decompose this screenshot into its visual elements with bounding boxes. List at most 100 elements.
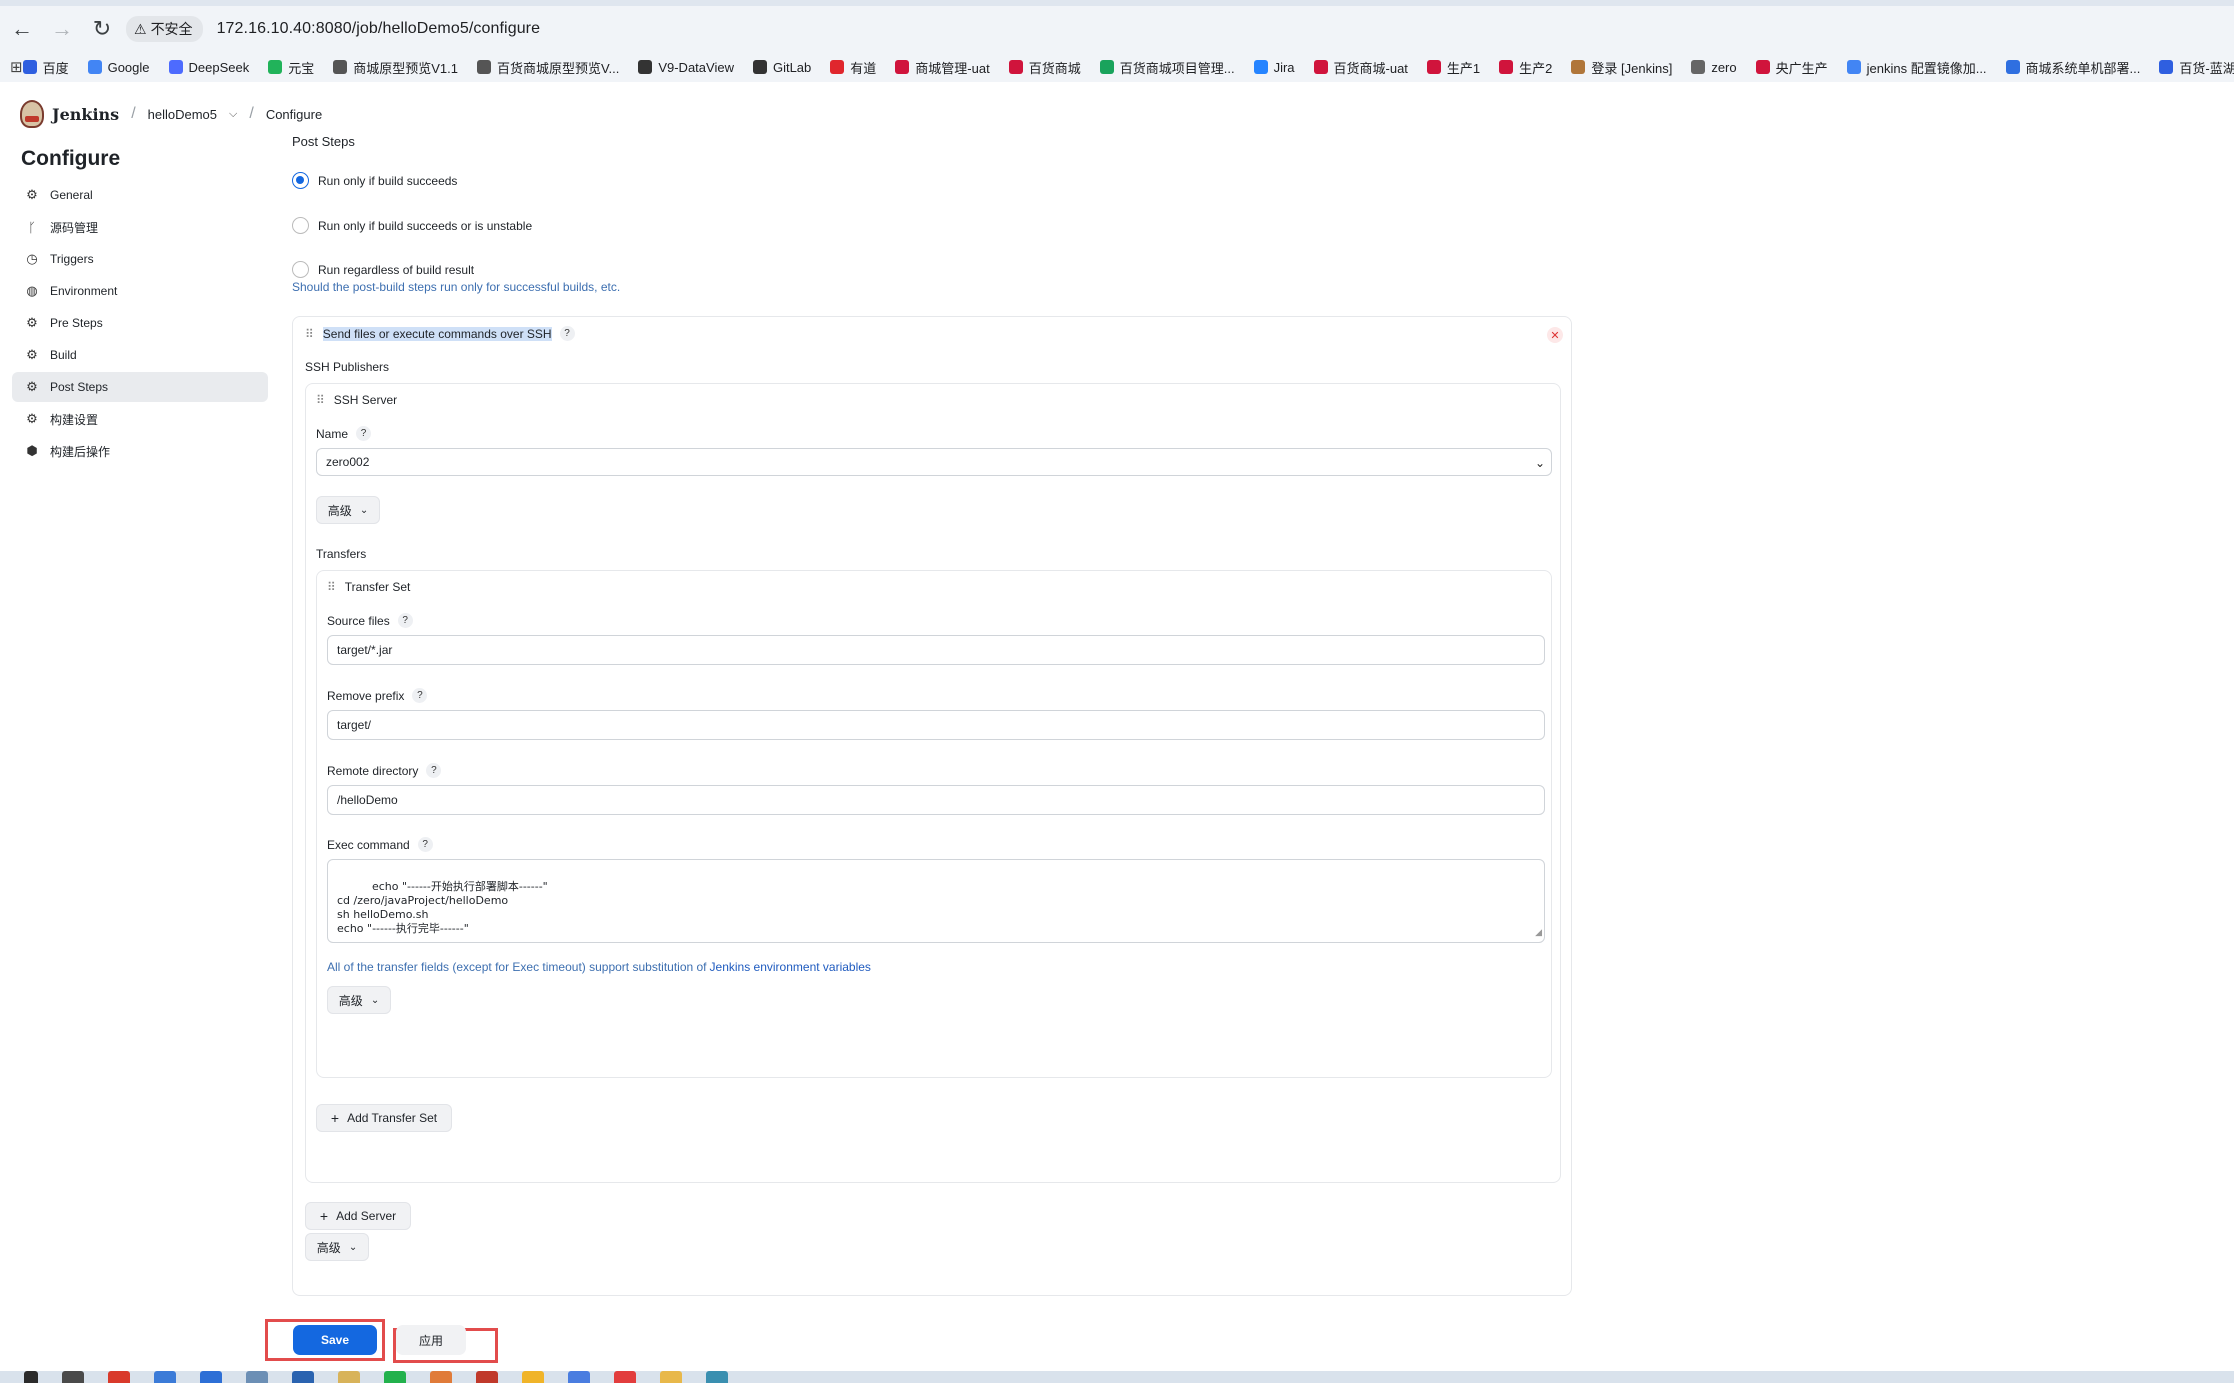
help-icon[interactable]: ? bbox=[412, 688, 428, 703]
reload-icon[interactable]: ↻ bbox=[84, 11, 120, 47]
bookmark-label: 有道 bbox=[850, 60, 877, 76]
taskbar-app-icon[interactable] bbox=[384, 1371, 406, 1383]
bookmark-item[interactable]: 百货商城原型预览V... bbox=[477, 58, 619, 77]
exec-command-textarea[interactable]: echo "------开始执行部署脚本------" cd /zero/jav… bbox=[327, 859, 1545, 943]
taskbar-app-icon[interactable] bbox=[338, 1371, 360, 1383]
resize-handle-icon[interactable]: ◢ bbox=[1535, 926, 1542, 940]
forward-icon[interactable]: → bbox=[44, 11, 80, 47]
env-variables-link[interactable]: Jenkins environment variables bbox=[710, 960, 871, 974]
radio-option-regardless[interactable]: Run regardless of build result bbox=[292, 261, 474, 278]
radio-button[interactable] bbox=[292, 172, 309, 189]
bookmark-item[interactable]: 百货商城-uat bbox=[1313, 58, 1408, 77]
step-advanced-button[interactable]: 高级 ⌄ bbox=[305, 1233, 369, 1261]
server-name-value: zero002 bbox=[326, 455, 370, 469]
bookmark-item[interactable]: 登录 [Jenkins] bbox=[1571, 58, 1672, 77]
bookmark-label: 登录 [Jenkins] bbox=[1591, 60, 1673, 76]
bookmark-item[interactable]: DeepSeek bbox=[168, 60, 249, 75]
bookmark-item[interactable]: jenkins 配置镜像加... bbox=[1846, 58, 1987, 77]
sidebar-item[interactable]: ⬢ 构建后操作 bbox=[12, 436, 268, 466]
help-icon[interactable]: ? bbox=[417, 837, 433, 852]
sidebar-item[interactable]: ⚙ Pre Steps bbox=[12, 308, 268, 338]
bookmark-item[interactable]: Google bbox=[87, 59, 150, 75]
save-button[interactable]: Save bbox=[293, 1325, 377, 1355]
apply-button[interactable]: 应用 bbox=[396, 1325, 466, 1355]
remote-directory-label-row: Remote directory ? bbox=[327, 763, 442, 778]
bookmark-item[interactable]: V9-DataView bbox=[638, 60, 734, 75]
bookmark-item[interactable]: 百货商城项目管理... bbox=[1099, 58, 1235, 77]
taskbar-app-icon[interactable] bbox=[522, 1371, 544, 1383]
bookmark-item[interactable]: 生产2 bbox=[1499, 58, 1552, 77]
sidebar-item[interactable]: ⚙ Build bbox=[12, 340, 268, 370]
delete-step-icon[interactable]: ✕ bbox=[1547, 327, 1563, 343]
jenkins-logo-icon[interactable] bbox=[20, 100, 44, 128]
bookmark-label: V9-DataView bbox=[658, 59, 734, 75]
sidebar-item[interactable]: ᚴ 源码管理 bbox=[12, 212, 268, 242]
insecure-badge[interactable]: ⚠ 不安全 bbox=[126, 16, 203, 42]
drag-handle-icon[interactable]: ⠿ bbox=[316, 393, 325, 407]
taskbar-app-icon[interactable] bbox=[430, 1371, 452, 1383]
save-bar: Save 应用 bbox=[0, 1312, 2234, 1370]
taskbar-app-icon[interactable] bbox=[706, 1371, 728, 1383]
exec-command-value: echo "------开始执行部署脚本------" cd /zero/jav… bbox=[337, 880, 548, 935]
taskbar-app-icon[interactable] bbox=[660, 1371, 682, 1383]
apps-grid-icon[interactable]: ⊞ bbox=[10, 58, 23, 76]
bookmark-item[interactable]: 商城管理-uat bbox=[895, 58, 990, 77]
bookmark-item[interactable]: zero bbox=[1691, 60, 1737, 75]
help-icon[interactable]: ? bbox=[397, 613, 413, 628]
bookmark-item[interactable]: Jira bbox=[1253, 60, 1295, 75]
sidebar-item[interactable]: ◍ Environment bbox=[12, 276, 268, 306]
bookmark-item[interactable]: 百度 bbox=[22, 58, 69, 77]
taskbar-app-icon[interactable] bbox=[292, 1371, 314, 1383]
sidebar-item[interactable]: ◷ Triggers bbox=[12, 244, 268, 274]
radio-option-success[interactable]: Run only if build succeeds bbox=[292, 172, 457, 189]
taskbar-app-icon[interactable] bbox=[62, 1371, 84, 1383]
server-name-select[interactable]: zero002 ⌄ bbox=[316, 448, 1552, 476]
radio-button[interactable] bbox=[292, 261, 309, 278]
drag-handle-icon[interactable]: ⠿ bbox=[327, 580, 336, 594]
bookmark-item[interactable]: 商城系统单机部署... bbox=[2005, 58, 2140, 77]
sidebar-item[interactable]: ⚙ Post Steps bbox=[12, 372, 268, 402]
taskbar-app-icon[interactable] bbox=[614, 1371, 636, 1383]
source-files-input[interactable]: target/*.jar bbox=[327, 635, 1545, 665]
radio-button[interactable] bbox=[292, 217, 309, 234]
bookmark-label: Google bbox=[107, 59, 150, 75]
cube-icon: ⬢ bbox=[26, 443, 38, 458]
start-icon[interactable] bbox=[24, 1371, 38, 1383]
help-icon[interactable]: ? bbox=[356, 426, 372, 441]
server-advanced-button[interactable]: 高级 ⌄ bbox=[316, 496, 380, 524]
bookmark-label: 商城原型预览V1.1 bbox=[353, 60, 458, 76]
add-server-button[interactable]: + Add Server bbox=[305, 1202, 411, 1230]
radio-option-unstable[interactable]: Run only if build succeeds or is unstabl… bbox=[292, 217, 532, 234]
omnibox[interactable]: ⚠ 不安全 172.16.10.40:8080/job/helloDemo5/c… bbox=[120, 13, 2234, 45]
taskbar-app-icon[interactable] bbox=[200, 1371, 222, 1383]
taskbar-app-icon[interactable] bbox=[108, 1371, 130, 1383]
sidebar-item[interactable]: ⚙ General bbox=[12, 180, 268, 210]
breadcrumb-job[interactable]: helloDemo5 bbox=[148, 107, 217, 122]
bookmark-item[interactable]: 百货商城 bbox=[1008, 58, 1081, 77]
url-text[interactable]: 172.16.10.40:8080/job/helloDemo5/configu… bbox=[217, 20, 541, 38]
taskbar-app-icon[interactable] bbox=[154, 1371, 176, 1383]
bookmark-item[interactable]: GitLab bbox=[752, 60, 811, 75]
add-transfer-set-button[interactable]: + Add Transfer Set bbox=[316, 1104, 452, 1132]
bookmark-item[interactable]: 元宝 bbox=[268, 58, 314, 77]
help-icon[interactable]: ? bbox=[426, 763, 442, 778]
taskbar-app-icon[interactable] bbox=[246, 1371, 268, 1383]
env-note-text: All of the transfer fields (except for E… bbox=[327, 960, 707, 974]
bookmark-item[interactable]: 商城原型预览V1.1 bbox=[333, 58, 458, 77]
sidebar-item-label: General bbox=[50, 188, 93, 202]
bookmark-item[interactable]: 央广生产 bbox=[1755, 58, 1828, 77]
transfer-advanced-button[interactable]: 高级 ⌄ bbox=[327, 986, 391, 1014]
sidebar-item[interactable]: ⚙ 构建设置 bbox=[12, 404, 268, 434]
chevron-down-icon[interactable]: ⌵ bbox=[229, 108, 237, 121]
app-name[interactable]: Jenkins bbox=[52, 105, 119, 124]
taskbar-app-icon[interactable] bbox=[568, 1371, 590, 1383]
bookmark-item[interactable]: 有道 bbox=[830, 58, 876, 77]
help-icon[interactable]: ? bbox=[559, 326, 575, 341]
taskbar-app-icon[interactable] bbox=[476, 1371, 498, 1383]
remove-prefix-input[interactable]: target/ bbox=[327, 710, 1545, 740]
bookmark-item[interactable]: 百货-蓝湖 bbox=[2159, 58, 2234, 77]
remote-directory-input[interactable]: /helloDemo bbox=[327, 785, 1545, 815]
back-icon[interactable]: ← bbox=[4, 11, 40, 47]
bookmark-item[interactable]: 生产1 bbox=[1426, 58, 1480, 77]
drag-handle-icon[interactable]: ⠿ bbox=[305, 327, 314, 341]
